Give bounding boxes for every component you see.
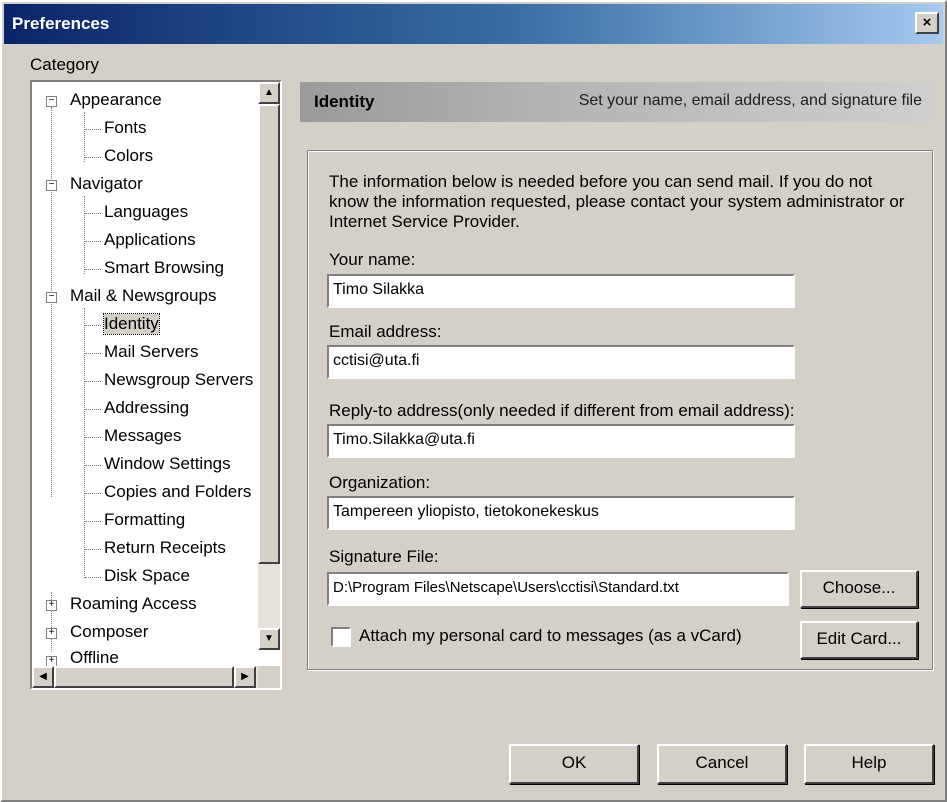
tree-connector	[84, 308, 85, 578]
vertical-scroll-thumb[interactable]	[258, 104, 280, 564]
tree-item-offline[interactable]: Offline	[70, 648, 119, 668]
tree-item-colors[interactable]: Colors	[104, 146, 153, 166]
reply-to-input[interactable]: Timo.Silakka@uta.fi	[327, 424, 795, 458]
your-name-label: Your name:	[329, 250, 416, 269]
tree-item-identity[interactable]: Identity	[103, 313, 160, 335]
tree-connector	[85, 493, 101, 494]
tree-item-applications[interactable]: Applications	[104, 230, 196, 250]
expand-icon[interactable]: +	[46, 600, 57, 611]
collapse-icon[interactable]: −	[46, 180, 57, 191]
category-label: Category	[30, 55, 99, 74]
scrollbar-corner	[258, 666, 280, 688]
collapse-icon[interactable]: −	[46, 292, 57, 303]
tree-item-copies-folders[interactable]: Copies and Folders	[104, 482, 251, 502]
your-name-input[interactable]: Timo Silakka	[327, 274, 795, 308]
signature-file-input[interactable]: D:\Program Files\Netscape\Users\cctisi\S…	[327, 572, 789, 606]
tree-item-window-settings[interactable]: Window Settings	[104, 454, 231, 474]
tree-item-roaming-access[interactable]: Roaming Access	[70, 594, 197, 614]
tree-connector	[85, 437, 101, 438]
preferences-window: Preferences × Category − − − + + + Appea…	[0, 0, 947, 802]
choose-button[interactable]: Choose...	[800, 570, 918, 608]
horizontal-scroll-thumb[interactable]	[54, 666, 234, 688]
tree-item-messages[interactable]: Messages	[104, 426, 181, 446]
tree-connector	[85, 353, 101, 354]
attach-card-label: Attach my personal card to messages (as …	[359, 626, 742, 645]
tree-item-languages[interactable]: Languages	[104, 202, 188, 222]
tree-item-smart-browsing[interactable]: Smart Browsing	[104, 258, 224, 278]
tree-item-disk-space[interactable]: Disk Space	[104, 566, 190, 586]
tree-item-navigator[interactable]: Navigator	[70, 174, 143, 194]
scroll-right-icon[interactable]: ▶	[234, 666, 256, 688]
tree-connector	[85, 129, 101, 130]
window-title: Preferences	[12, 14, 110, 33]
tree-connector	[85, 325, 101, 326]
panel-header: Identity Set your name, email address, a…	[300, 82, 932, 122]
tree-connector	[85, 213, 101, 214]
ok-button[interactable]: OK	[509, 744, 639, 784]
vertical-scrollbar[interactable]: ▲ ▼	[258, 82, 280, 650]
tree-item-composer[interactable]: Composer	[70, 622, 148, 642]
reply-to-label: Reply-to address(only needed if differen…	[329, 401, 795, 420]
tree-connector	[85, 269, 101, 270]
email-address-label: Email address:	[329, 322, 442, 341]
category-tree[interactable]: − − − + + + Appearance Fonts Colors Navi…	[30, 80, 282, 690]
tree-connector	[85, 465, 101, 466]
scroll-up-icon[interactable]: ▲	[258, 82, 280, 104]
tree-connector	[85, 549, 101, 550]
horizontal-scrollbar[interactable]: ◀ ▶	[32, 666, 280, 688]
tree-item-mail-newsgroups[interactable]: Mail & Newsgroups	[70, 286, 216, 306]
signature-file-label: Signature File:	[329, 547, 439, 566]
tree-connector	[85, 521, 101, 522]
scroll-left-icon[interactable]: ◀	[32, 666, 54, 688]
tree-connector	[85, 157, 101, 158]
tree-item-fonts[interactable]: Fonts	[104, 118, 147, 138]
info-text: The information below is needed before y…	[329, 172, 905, 231]
title-bar: Preferences ×	[4, 4, 943, 44]
panel-description: Set your name, email address, and signat…	[578, 92, 922, 109]
tree-item-mail-servers[interactable]: Mail Servers	[104, 342, 198, 362]
tree-connector	[84, 112, 85, 162]
attach-card-checkbox[interactable]	[331, 627, 351, 647]
tree-connector	[85, 381, 101, 382]
collapse-icon[interactable]: −	[46, 96, 57, 107]
tree-item-addressing[interactable]: Addressing	[104, 398, 189, 418]
edit-card-button[interactable]: Edit Card...	[800, 621, 918, 659]
tree-connector	[85, 241, 101, 242]
scroll-down-icon[interactable]: ▼	[258, 628, 280, 650]
panel-title: Identity	[314, 92, 375, 111]
tree-connector	[85, 577, 101, 578]
cancel-button[interactable]: Cancel	[657, 744, 787, 784]
tree-item-return-receipts[interactable]: Return Receipts	[104, 538, 226, 558]
tree-connector	[85, 409, 101, 410]
help-button[interactable]: Help	[804, 744, 934, 784]
tree-item-formatting[interactable]: Formatting	[104, 510, 185, 530]
expand-icon[interactable]: +	[46, 628, 57, 639]
tree-connector	[84, 196, 85, 274]
organization-label: Organization:	[329, 473, 431, 492]
tree-item-newsgroup-servers[interactable]: Newsgroup Servers	[104, 370, 253, 390]
tree-item-appearance[interactable]: Appearance	[70, 90, 162, 110]
organization-input[interactable]: Tampereen yliopisto, tietokonekeskus	[327, 496, 795, 530]
close-button[interactable]: ×	[915, 12, 939, 34]
email-address-input[interactable]: cctisi@uta.fi	[327, 345, 795, 379]
